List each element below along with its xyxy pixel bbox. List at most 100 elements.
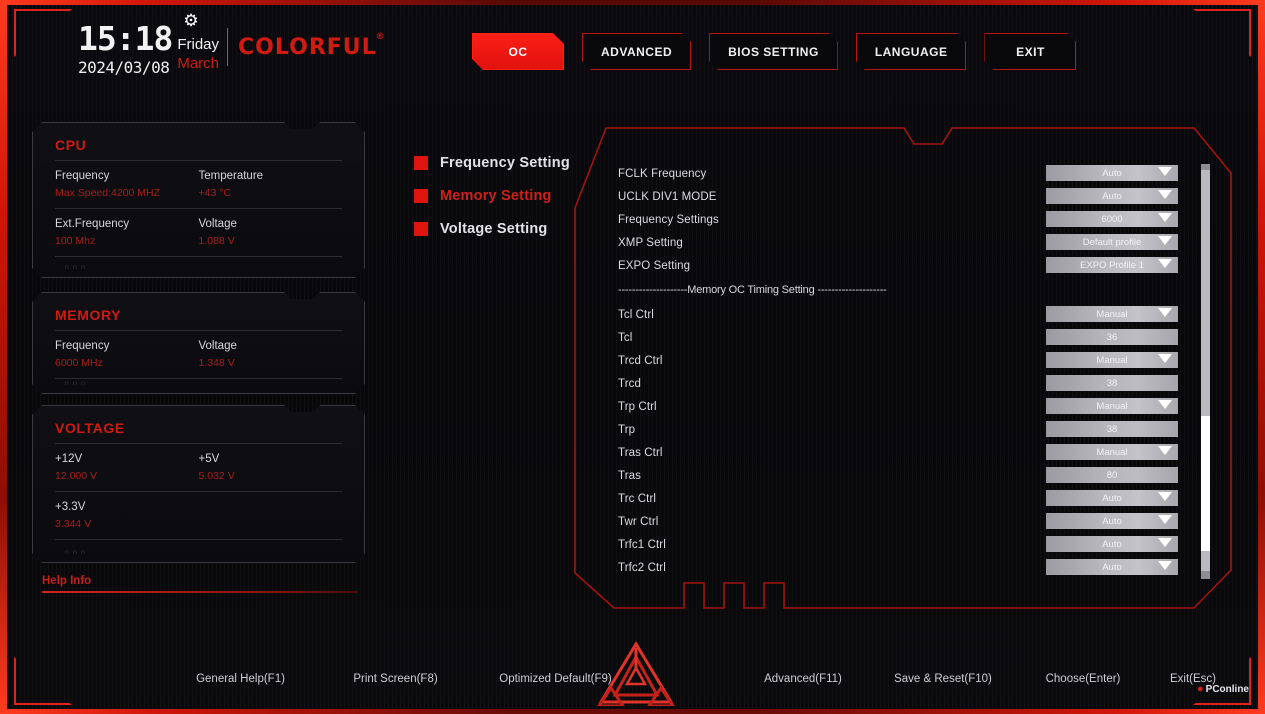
setting-row-tcl[interactable]: Tcl 36	[618, 326, 1222, 349]
setting-label: Frequency Settings	[618, 213, 719, 226]
dropdown-tras-ctrl[interactable]: Manual	[1046, 444, 1178, 460]
panel-title-memory: MEMORY	[55, 307, 122, 323]
chevron-down-icon	[1158, 538, 1172, 547]
clock-widget: 15:18 2024/03/08 ⚙ Friday March COLORFUL…	[78, 12, 385, 77]
setting-row-trp[interactable]: Trp 38	[618, 418, 1222, 441]
fkey-print-screen[interactable]: Print Screen(F8)	[323, 673, 468, 685]
info-cell: Frequency 6000 MHz	[55, 338, 199, 373]
section-separator-memory-oc-timing: --------------------Memory OC Timing Set…	[618, 277, 1222, 303]
dropdown-trp-ctrl[interactable]: Manual	[1046, 398, 1178, 414]
watermark-mark-icon: ●	[1197, 683, 1204, 695]
dropdown-tcl-ctrl[interactable]: Manual	[1046, 306, 1178, 322]
tab-oc[interactable]: OC	[472, 33, 564, 70]
setting-row-trp-ctrl[interactable]: Trp Ctrl Manual	[618, 395, 1222, 418]
dropdown-value: Default profile	[1082, 236, 1142, 248]
dropdown-trfc1-ctrl[interactable]: Auto	[1046, 536, 1178, 552]
panel-title-cpu: CPU	[55, 137, 87, 153]
setting-row-trcd-ctrl[interactable]: Trcd Ctrl Manual	[618, 349, 1222, 372]
chevron-down-icon	[1158, 308, 1172, 317]
dropdown-frequency-settings[interactable]: 6000	[1046, 211, 1178, 227]
header-divider	[227, 28, 229, 66]
info-label: +12V	[55, 453, 83, 465]
panel-squiggle-decoration: ⁿⁿⁿ	[63, 378, 88, 392]
info-panel-cpu: CPU Frequency Max Speed:4200 MHZ Tempera…	[32, 122, 365, 278]
fkey-choose[interactable]: Choose(Enter)	[1018, 673, 1148, 685]
info-value: 3.344 V	[55, 518, 92, 531]
setting-row-fclk-frequency[interactable]: FCLK Frequency Auto	[618, 162, 1222, 185]
chevron-down-icon	[1158, 236, 1172, 245]
setting-row-tras-ctrl[interactable]: Tras Ctrl Manual	[618, 441, 1222, 464]
help-info-rule	[42, 591, 358, 593]
setting-row-expo-setting[interactable]: EXPO Setting EXPO Profile 1	[618, 254, 1222, 277]
menu-item-voltage-setting[interactable]: Voltage Setting	[414, 221, 570, 237]
setting-row-trfc1-ctrl[interactable]: Trfc1 Ctrl Auto	[618, 533, 1222, 556]
setting-row-twr-ctrl[interactable]: Twr Ctrl Auto	[618, 510, 1222, 533]
tab-bios-setting[interactable]: BIOS SETTING	[709, 33, 838, 70]
fkey-save-reset[interactable]: Save & Reset(F10)	[868, 673, 1018, 685]
info-value: 5.032 V	[198, 470, 235, 483]
settings-scrollbar[interactable]	[1201, 164, 1210, 579]
dropdown-twr-ctrl[interactable]: Auto	[1046, 513, 1178, 529]
info-label: Temperature	[198, 170, 264, 182]
clock-date: 2024/03/08	[78, 58, 170, 77]
footer: General Help(F1) Print Screen(F8) Optimi…	[0, 641, 1265, 709]
info-cell: Frequency Max Speed:4200 MHZ	[55, 168, 199, 203]
info-label: Voltage	[198, 340, 237, 352]
setting-row-trcd[interactable]: Trcd 38	[618, 372, 1222, 395]
menu-item-memory-setting[interactable]: Memory Setting	[414, 188, 570, 204]
setting-row-uclk-div1-mode[interactable]: UCLK DIV1 MODE Auto	[618, 185, 1222, 208]
scrollbar-thumb[interactable]	[1201, 416, 1210, 551]
menu-item-label: Memory Setting	[440, 188, 552, 204]
info-label: Voltage	[198, 218, 237, 231]
info-row: Frequency Max Speed:4200 MHZ Temperature…	[55, 160, 342, 208]
dropdown-value: Manual	[1096, 446, 1128, 458]
tab-language[interactable]: LANGUAGE	[856, 33, 967, 70]
chevron-down-icon	[1158, 561, 1172, 570]
dropdown-trfc2-ctrl[interactable]: Auto	[1046, 559, 1178, 575]
setting-label: Trfc1 Ctrl	[618, 538, 666, 551]
input-tcl[interactable]: 36	[1046, 329, 1178, 345]
info-value: 6000 MHz	[55, 357, 103, 370]
dropdown-value: Auto	[1102, 538, 1122, 550]
setting-row-trc-ctrl[interactable]: Trc Ctrl Auto	[618, 487, 1222, 510]
setting-row-tcl-ctrl[interactable]: Tcl Ctrl Manual	[618, 303, 1222, 326]
info-cell: +12V 12.000 V	[55, 451, 199, 486]
setting-row-frequency-settings[interactable]: Frequency Settings 6000	[618, 208, 1222, 231]
input-trcd[interactable]: 38	[1046, 375, 1178, 391]
setting-label: EXPO Setting	[618, 259, 691, 272]
setting-row-tras[interactable]: Tras 80	[618, 464, 1222, 487]
dropdown-uclk-div1-mode[interactable]: Auto	[1046, 188, 1178, 204]
input-tras[interactable]: 80	[1046, 467, 1178, 483]
dropdown-fclk-frequency[interactable]: Auto	[1046, 165, 1178, 181]
chevron-down-icon	[1158, 167, 1172, 176]
gear-icon: ⚙	[183, 11, 199, 30]
setting-label: Trfc2 Ctrl	[618, 561, 666, 574]
input-value: 38	[1106, 423, 1118, 435]
info-row: Ext.Frequency 100 Mhz Voltage 1.088 V	[55, 208, 342, 256]
fkey-advanced[interactable]: Advanced(F11)	[738, 673, 868, 685]
dropdown-value: 6000	[1101, 213, 1123, 225]
info-value: Max Speed:4200 MHZ	[55, 187, 161, 200]
brand-logo: COLORFUL ®	[238, 32, 385, 60]
nav-tabs[interactable]: OC ADVANCED BIOS SETTING LANGUAGE EXIT	[472, 33, 1076, 70]
dropdown-value: Auto	[1102, 190, 1122, 202]
dropdown-xmp-setting[interactable]: Default profile	[1046, 234, 1178, 250]
dropdown-trcd-ctrl[interactable]: Manual	[1046, 352, 1178, 368]
tab-advanced[interactable]: ADVANCED	[582, 33, 691, 70]
oc-category-menu[interactable]: Frequency Setting Memory Setting Voltage…	[414, 155, 570, 254]
chevron-down-icon	[1158, 400, 1172, 409]
setting-row-trfc2-ctrl[interactable]: Trfc2 Ctrl Auto	[618, 556, 1222, 579]
input-trp[interactable]: 38	[1046, 421, 1178, 437]
chevron-down-icon	[1158, 515, 1172, 524]
menu-item-frequency-setting[interactable]: Frequency Setting	[414, 155, 570, 171]
settings-rows: FCLK Frequency Auto UCLK DIV1 MODE Auto …	[618, 162, 1222, 580]
chevron-down-icon	[1158, 446, 1172, 455]
input-value: 80	[1106, 469, 1118, 481]
fkey-general-help[interactable]: General Help(F1)	[158, 673, 323, 685]
dropdown-expo-setting[interactable]: EXPO Profile 1	[1046, 257, 1178, 273]
tab-exit[interactable]: EXIT	[984, 33, 1076, 70]
dropdown-trc-ctrl[interactable]: Auto	[1046, 490, 1178, 506]
setting-row-xmp-setting[interactable]: XMP Setting Default profile	[618, 231, 1222, 254]
triangle-emblem-icon	[597, 641, 675, 706]
settings-panel: FCLK Frequency Auto UCLK DIV1 MODE Auto …	[574, 118, 1232, 610]
